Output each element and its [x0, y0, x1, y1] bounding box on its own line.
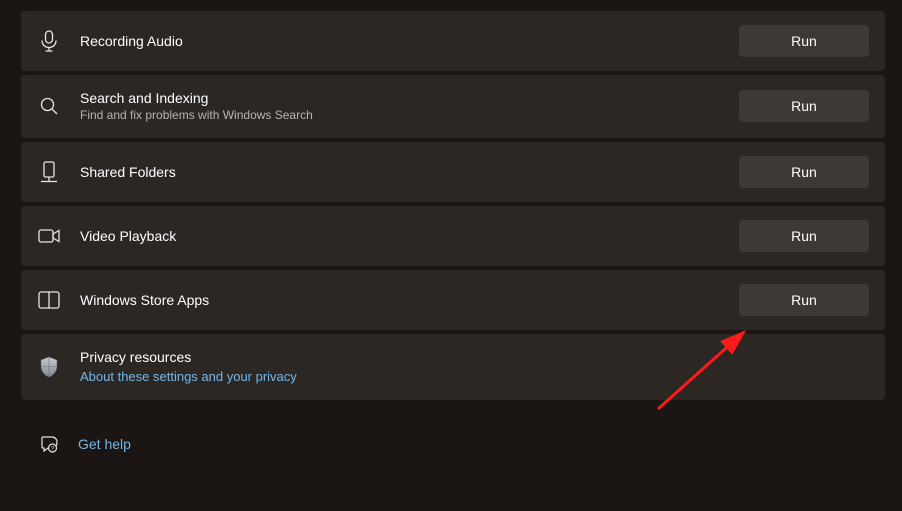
- run-button-windows-store-apps[interactable]: Run: [739, 284, 869, 316]
- footer: ? Get help: [21, 404, 885, 456]
- troubleshooter-title: Windows Store Apps: [80, 291, 739, 309]
- store-icon: [37, 288, 61, 312]
- troubleshooter-title: Search and Indexing: [80, 89, 739, 107]
- run-button-recording-audio[interactable]: Run: [739, 25, 869, 57]
- troubleshooter-row-shared-folders: Shared Folders Run: [21, 142, 885, 202]
- troubleshooter-row-recording-audio: Recording Audio Run: [21, 11, 885, 71]
- shield-icon: [37, 355, 61, 379]
- troubleshooter-title: Recording Audio: [80, 32, 739, 50]
- video-icon: [37, 224, 61, 248]
- troubleshooter-row-windows-store-apps: Windows Store Apps Run: [21, 270, 885, 330]
- privacy-title: Privacy resources: [80, 348, 869, 366]
- get-help-link[interactable]: Get help: [78, 436, 131, 452]
- microphone-icon: [37, 29, 61, 53]
- search-icon: [37, 94, 61, 118]
- troubleshooter-row-video-playback: Video Playback Run: [21, 206, 885, 266]
- run-button-search-indexing[interactable]: Run: [739, 90, 869, 122]
- privacy-resources-row: Privacy resources About these settings a…: [21, 334, 885, 400]
- run-button-shared-folders[interactable]: Run: [739, 156, 869, 188]
- troubleshooter-title: Video Playback: [80, 227, 739, 245]
- troubleshooter-title: Shared Folders: [80, 163, 739, 181]
- run-button-video-playback[interactable]: Run: [739, 220, 869, 252]
- troubleshooter-row-search-indexing: Search and Indexing Find and fix problem…: [21, 75, 885, 138]
- shared-folder-icon: [37, 160, 61, 184]
- troubleshooter-list: Recording Audio Run Search and Indexing …: [0, 0, 902, 456]
- help-icon: ?: [37, 432, 61, 456]
- troubleshooter-subtitle: Find and fix problems with Windows Searc…: [80, 108, 739, 124]
- privacy-link[interactable]: About these settings and your privacy: [80, 369, 869, 386]
